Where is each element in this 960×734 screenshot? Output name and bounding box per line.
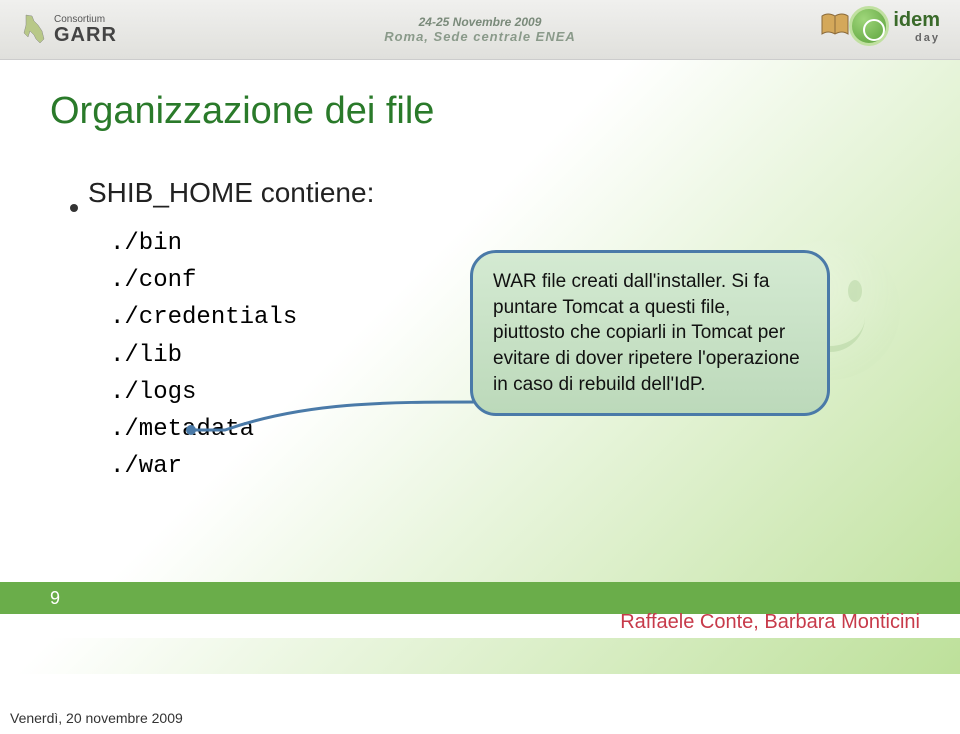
path-item: ./war — [110, 448, 910, 485]
bullet-item: SHIB_HOME contiene: — [70, 177, 910, 209]
italy-map-icon — [20, 13, 48, 47]
slide-title: Organizzazione dei file — [50, 90, 910, 133]
garr-label: GARR — [54, 25, 117, 45]
book-icon — [820, 12, 850, 38]
idem-day-label: day — [893, 32, 940, 44]
idem-badge-icon — [849, 6, 889, 46]
event-place: Roma, Sede centrale ENEA — [384, 29, 576, 44]
callout-wrap: WAR file creati dall'installer. Si fa pu… — [470, 250, 830, 416]
idem-label: idem — [893, 9, 940, 31]
garr-logo: Consortium GARR — [20, 13, 117, 47]
authors: Raffaele Conte, Barbara Monticini — [620, 611, 920, 634]
event-dates: 24-25 Novembre 2009 — [384, 15, 576, 29]
idem-logo: idem day — [849, 6, 940, 46]
callout-connector-icon — [185, 400, 485, 440]
page-number: 9 — [50, 588, 60, 609]
callout-box: WAR file creati dall'installer. Si fa pu… — [470, 250, 830, 416]
bottom-white-strip: Raffaele Conte, Barbara Monticini — [0, 614, 960, 638]
bullet-text: SHIB_HOME contiene: — [88, 177, 374, 209]
consortium-label: Consortium — [54, 15, 117, 25]
slide-body: Organizzazione dei file SHIB_HOME contie… — [0, 60, 960, 674]
slide-header: Consortium GARR 24-25 Novembre 2009 Roma… — [0, 0, 960, 60]
footer-date: Venerdì, 20 novembre 2009 — [10, 710, 183, 726]
header-event-info: 24-25 Novembre 2009 Roma, Sede centrale … — [384, 15, 576, 44]
bullet-dot-icon — [70, 204, 78, 212]
slide-bottom-bar: 9 — [0, 582, 960, 614]
